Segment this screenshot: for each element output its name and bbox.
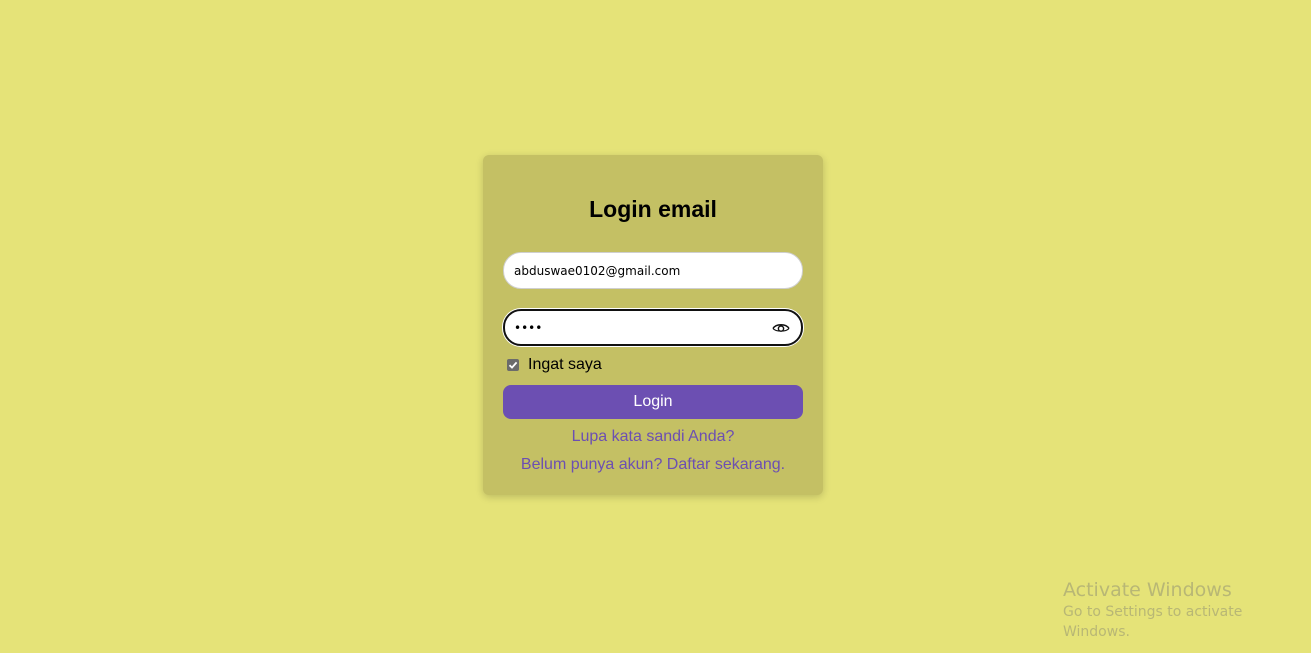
password-field-container[interactable] [503,309,803,346]
remember-label: Ingat saya [528,356,602,373]
remember-checkbox[interactable] [507,359,519,371]
email-field-container[interactable] [503,252,803,289]
check-icon [508,361,518,369]
email-field[interactable] [514,253,764,288]
page-title: Login email [589,196,717,222]
remember-me[interactable]: Ingat saya [507,356,602,374]
watermark-title: Activate Windows [1063,579,1232,601]
login-button[interactable]: Login [503,385,803,419]
activate-windows-watermark: Activate Windows Go to Settings to activ… [1063,578,1311,642]
register-link[interactable]: Belum punya akun? Daftar sekarang. [483,456,823,474]
password-field[interactable] [514,311,764,344]
watermark-subtitle: Go to Settings to activate Windows. [1063,604,1243,640]
forgot-password-link[interactable]: Lupa kata sandi Anda? [483,428,823,446]
login-card: Login email Ingat saya Login Lupa kata s… [483,155,823,495]
eye-icon[interactable] [772,320,790,336]
